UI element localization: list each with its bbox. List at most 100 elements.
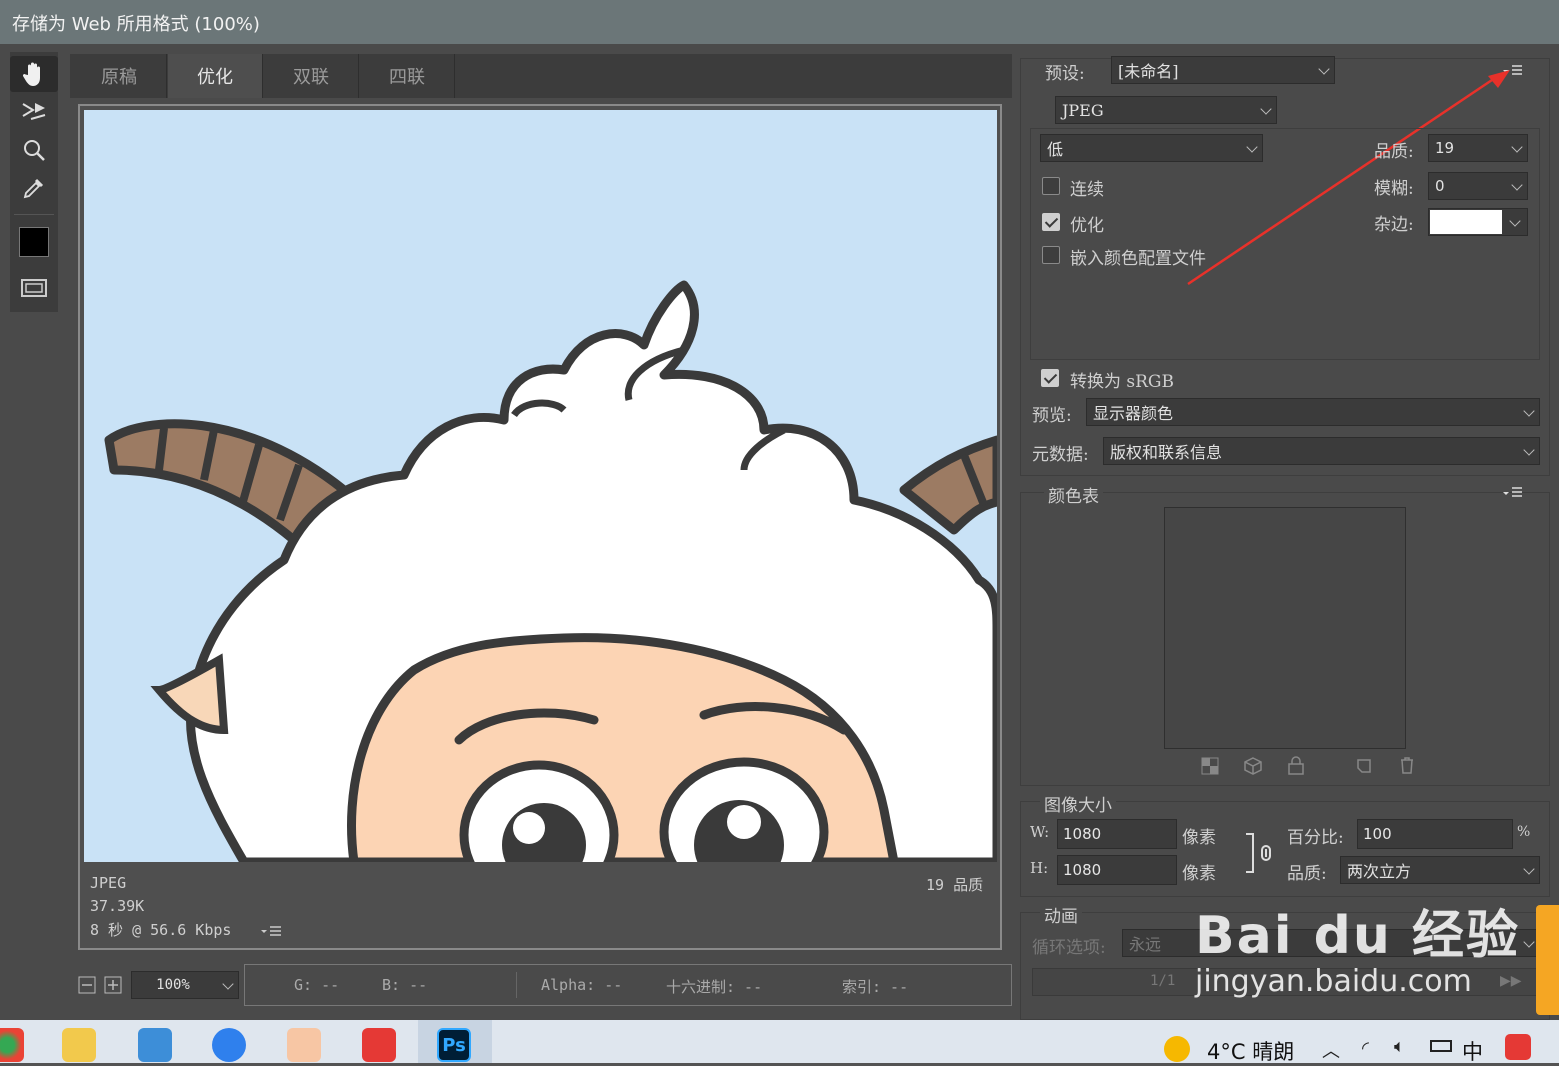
status-hex: 十六进制: -- [666, 978, 763, 996]
quality-label: 品质: [1374, 142, 1414, 162]
matte-select[interactable] [1428, 208, 1528, 236]
metadata-value: 版权和联系信息 [1110, 443, 1223, 462]
progressive-checkbox[interactable] [1042, 177, 1060, 195]
image-preview[interactable] [84, 110, 997, 862]
quality-input[interactable]: 19 [1428, 134, 1528, 162]
toggle-slices-icon[interactable] [10, 270, 58, 306]
watermark-url: jingyan.baidu.com [1195, 964, 1472, 999]
quality-level-value: 低 [1047, 140, 1064, 159]
status-b: B: -- [382, 976, 428, 994]
frame-counter: 1/1 [1150, 973, 1176, 989]
constrain-proportions-icon[interactable] [1244, 832, 1278, 874]
baidu-watermark: Bai du 经验 jingyan.baidu.com [1195, 893, 1520, 999]
watermark-brand: Bai du 经验 [1195, 906, 1520, 966]
status-g: G: -- [294, 976, 340, 994]
format-value: JPEG [1062, 100, 1104, 120]
preview-color-select[interactable]: 显示器颜色 [1086, 398, 1540, 426]
window-title: 存储为 Web 所用格式 (100%) [12, 14, 260, 35]
volume-icon[interactable]: 🔈︎ [1394, 1036, 1405, 1057]
tab-4-up[interactable]: 四联 [360, 54, 455, 98]
blur-input[interactable]: 0 [1428, 172, 1528, 200]
lock-icon[interactable] [1286, 755, 1306, 775]
matte-swatch [1430, 210, 1502, 234]
percent-label: 百分比: [1287, 828, 1344, 848]
sogou-icon[interactable] [1505, 1034, 1531, 1060]
title-bar: 存储为 Web 所用格式 (100%) [0, 0, 1559, 44]
trash-icon[interactable] [1397, 755, 1417, 775]
resample-quality-value: 两次立方 [1347, 862, 1412, 881]
feishu-icon[interactable] [212, 1028, 246, 1062]
status-index: 索引: -- [842, 978, 909, 996]
color-table-title: 颜色表 [1044, 482, 1103, 507]
control-panel-icon[interactable] [138, 1028, 172, 1062]
height-unit: 像素 [1182, 864, 1216, 884]
optimized-label: 优化 [1070, 216, 1104, 236]
photoshop-icon[interactable]: Ps [437, 1028, 471, 1062]
tab-2-up[interactable]: 双联 [264, 54, 359, 98]
animation-title: 动画 [1040, 902, 1082, 927]
slice-select-tool-icon[interactable] [10, 94, 58, 130]
zoom-in-button[interactable] [104, 976, 122, 998]
loop-label: 循环选项: [1032, 938, 1106, 958]
zoom-out-button[interactable] [78, 966, 98, 1004]
height-input[interactable]: 1080 [1057, 855, 1177, 885]
preset-label: 预设: [1045, 64, 1085, 84]
percent-unit: % [1517, 824, 1531, 840]
progressive-label: 连续 [1070, 180, 1104, 200]
preview-download-time: 8 秒 @ 56.6 Kbps [90, 921, 232, 939]
eyedropper-tool-icon[interactable] [10, 170, 58, 206]
width-label: W: [1030, 823, 1050, 841]
metadata-select[interactable]: 版权和联系信息 [1103, 437, 1540, 465]
sheep-app-icon[interactable] [287, 1028, 321, 1062]
ime-indicator[interactable]: 中 [1462, 1036, 1483, 1066]
battery-icon[interactable] [1430, 1040, 1452, 1052]
blur-label: 模糊: [1374, 179, 1414, 199]
new-color-icon[interactable] [1354, 756, 1374, 776]
quality-value: 19 [1435, 139, 1455, 157]
hand-tool-icon[interactable] [10, 56, 58, 92]
height-label: H: [1030, 859, 1049, 877]
preview-color-value: 显示器颜色 [1093, 404, 1174, 423]
width-unit: 像素 [1182, 828, 1216, 848]
image-size-title: 图像大小 [1040, 791, 1116, 816]
metadata-label: 元数据: [1032, 445, 1089, 465]
preview-file-size: 37.39K [90, 897, 145, 915]
embed-profile-checkbox[interactable] [1042, 246, 1060, 264]
matte-label: 杂边: [1374, 215, 1414, 235]
width-input[interactable]: 1080 [1057, 819, 1177, 849]
eyedropper-color-swatch[interactable] [10, 224, 58, 260]
blur-value: 0 [1435, 177, 1445, 195]
convert-srgb-checkbox[interactable] [1041, 369, 1059, 387]
network-icon[interactable]: ◜ [1362, 1038, 1369, 1059]
embed-profile-label: 嵌入颜色配置文件 [1070, 249, 1206, 269]
show-hidden-icons-icon[interactable]: ︿ [1322, 1037, 1340, 1063]
tool-palette [10, 52, 58, 312]
preset-value: [未命名] [1118, 62, 1179, 81]
preview-format: JPEG [90, 874, 127, 892]
preview-color-label: 预览: [1032, 406, 1072, 426]
weather-sun-icon [1164, 1036, 1190, 1062]
color-table-swatches[interactable] [1164, 507, 1406, 749]
percent-input[interactable]: 100 [1357, 819, 1513, 849]
optimized-checkbox[interactable] [1042, 213, 1060, 231]
zoom-value: 100% [156, 977, 190, 993]
zoom-select[interactable]: 100% [131, 971, 239, 999]
wps-icon[interactable] [362, 1028, 396, 1062]
file-explorer-icon[interactable] [62, 1028, 96, 1062]
side-tab[interactable] [1536, 905, 1559, 1015]
chrome-icon[interactable] [0, 1028, 24, 1062]
loop-value: 永远 [1129, 935, 1162, 954]
tab-original[interactable]: 原稿 [72, 54, 167, 98]
download-speed-menu-icon[interactable] [260, 924, 282, 938]
tab-optimized[interactable]: 优化 [168, 54, 263, 98]
view-tabs: 原稿 优化 双联 四联 [70, 54, 1012, 98]
cube-icon[interactable] [1243, 756, 1263, 776]
format-select[interactable]: JPEG [1055, 96, 1277, 124]
zoom-tool-icon[interactable] [10, 132, 58, 168]
weather-text[interactable]: 4°C 晴朗 [1207, 1036, 1294, 1066]
web-snap-icon[interactable] [1200, 756, 1220, 776]
resample-quality-select[interactable]: 两次立方 [1340, 856, 1540, 884]
color-table-menu-icon[interactable] [1502, 486, 1522, 500]
quality-level-select[interactable]: 低 [1040, 134, 1263, 162]
preview-quality: 19 品质 [926, 876, 984, 894]
